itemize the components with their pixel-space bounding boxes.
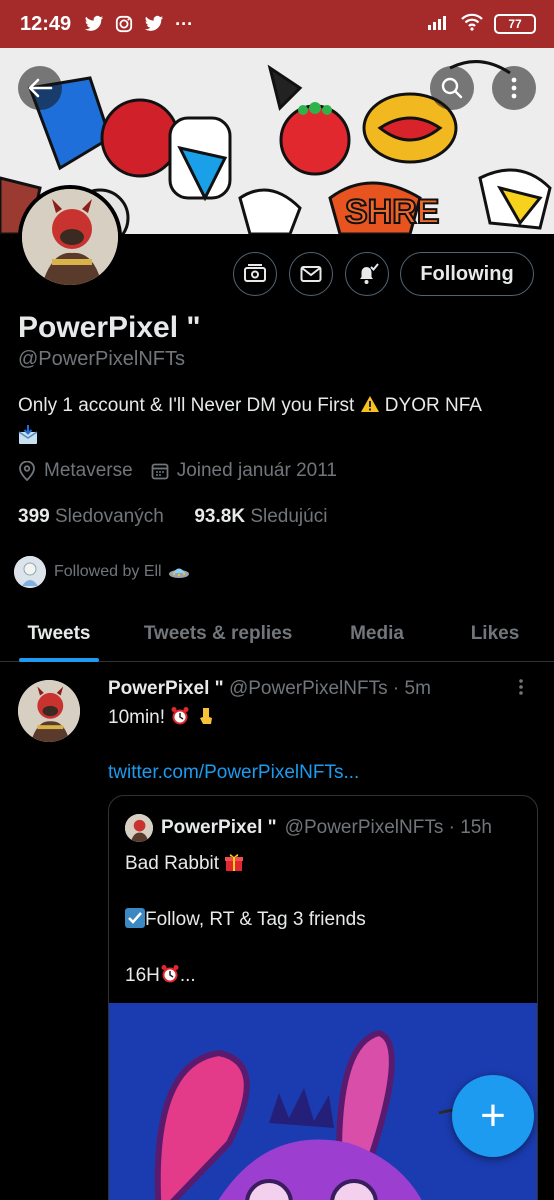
quoted-tweet-header: PowerPixel " @PowerPixelNFTs · 15h bbox=[125, 814, 492, 842]
calendar-icon bbox=[151, 463, 169, 480]
notifications-button[interactable] bbox=[345, 252, 389, 296]
alarm-clock-emoji-icon bbox=[171, 707, 189, 725]
quoted-line-1: Bad Rabbit bbox=[125, 852, 244, 875]
quoted-line-2-text: Follow, RT & Tag 3 friends bbox=[145, 909, 366, 930]
tweet-header: PowerPixel " @PowerPixelNFTs · 5m bbox=[108, 678, 431, 700]
tab-likes-label: Likes bbox=[470, 622, 520, 644]
followed-by-text: Followed by Ell bbox=[54, 563, 162, 580]
follow-stats: 399 Sledovaných 93.8K Sledujúci bbox=[18, 506, 327, 528]
incoming-envelope-emoji-icon bbox=[18, 425, 38, 444]
svg-text:SHRE: SHRE bbox=[345, 193, 439, 231]
followers-count: 93.8K bbox=[194, 506, 246, 527]
more-options-button[interactable] bbox=[492, 66, 536, 110]
followed-by[interactable]: Followed by Ell bbox=[14, 556, 190, 588]
profile-meta: Metaverse Joined január 2011 bbox=[18, 460, 355, 482]
search-button[interactable] bbox=[430, 66, 474, 110]
tweet-text-content: 10min! bbox=[108, 707, 166, 728]
location-pin-icon bbox=[19, 461, 35, 481]
tweet-more-button[interactable] bbox=[518, 678, 524, 702]
compose-tweet-button[interactable]: + bbox=[452, 1075, 534, 1157]
following-stat[interactable]: 399 Sledovaných bbox=[18, 506, 164, 527]
ufo-emoji-icon bbox=[168, 568, 189, 578]
quoted-line-1-text: Bad Rabbit bbox=[125, 853, 220, 874]
money-icon bbox=[244, 264, 266, 282]
quoted-author-handle: @PowerPixelNFTs bbox=[284, 817, 444, 838]
tab-media[interactable]: Media bbox=[318, 606, 436, 661]
quoted-tweet-time: · 15h bbox=[448, 817, 492, 838]
active-tab-indicator bbox=[19, 658, 99, 662]
quoted-line-3: 16H... bbox=[125, 964, 196, 987]
ape-avatar-image bbox=[22, 189, 118, 285]
bio-tail: DYOR NFA bbox=[384, 395, 482, 416]
tweet-author-name[interactable]: PowerPixel " bbox=[108, 678, 224, 699]
status-bar: 12:49 ··· 77 bbox=[0, 0, 554, 48]
quoted-line-2: Follow, RT & Tag 3 friends bbox=[125, 908, 366, 931]
plus-icon: + bbox=[480, 1091, 506, 1140]
check-box-emoji-icon bbox=[125, 908, 145, 928]
bell-check-icon bbox=[360, 263, 379, 284]
tab-tweets[interactable]: Tweets bbox=[0, 606, 118, 662]
location-text: Metaverse bbox=[44, 460, 133, 481]
envelope-icon bbox=[300, 266, 322, 282]
location-item: Metaverse bbox=[18, 460, 133, 482]
profile-name: PowerPixel " bbox=[18, 311, 201, 344]
tab-media-label: Media bbox=[350, 622, 404, 644]
alarm-clock-emoji-icon bbox=[161, 965, 179, 983]
quoted-author-avatar bbox=[125, 814, 153, 842]
warning-emoji-icon bbox=[360, 396, 379, 412]
arrow-left-icon bbox=[28, 78, 53, 98]
back-button[interactable] bbox=[18, 66, 62, 110]
quoted-line-3-tail: ... bbox=[179, 965, 196, 986]
following-label: Sledovaných bbox=[54, 506, 164, 527]
following-button[interactable]: Following bbox=[400, 252, 534, 296]
status-time: 12:49 bbox=[20, 12, 72, 35]
followers-stat[interactable]: 93.8K Sledujúci bbox=[194, 506, 327, 527]
joined-item: Joined január 2011 bbox=[151, 460, 337, 482]
joined-text: Joined január 2011 bbox=[176, 460, 337, 481]
gift-emoji-icon bbox=[225, 854, 244, 871]
tab-tweets-replies[interactable]: Tweets & replies bbox=[118, 606, 318, 661]
tweet-author-avatar[interactable] bbox=[18, 680, 80, 742]
quoted-line-3-text: 16H bbox=[125, 965, 160, 986]
wifi-icon bbox=[460, 13, 484, 36]
twitter-notification-icon-2 bbox=[143, 13, 165, 35]
followers-label: Sledujúci bbox=[250, 506, 328, 527]
profile-tabs: Tweets Tweets & replies Media Likes bbox=[0, 606, 554, 662]
tab-tweets-label: Tweets bbox=[27, 622, 91, 644]
instagram-notification-icon bbox=[113, 13, 135, 35]
battery-indicator: 77 bbox=[494, 14, 536, 34]
tweet-link[interactable]: twitter.com/PowerPixelNFTs... bbox=[108, 762, 359, 784]
message-button[interactable] bbox=[289, 252, 333, 296]
bio-text: Only 1 account & I'll Never DM you First bbox=[18, 395, 355, 416]
tweet-time: · 5m bbox=[392, 678, 431, 699]
profile-avatar[interactable] bbox=[18, 185, 122, 289]
more-vertical-icon bbox=[511, 77, 517, 99]
follower-avatar bbox=[14, 556, 46, 588]
pointing-down-emoji-icon bbox=[199, 708, 212, 724]
tab-tweets-replies-label: Tweets & replies bbox=[143, 622, 293, 644]
tab-likes[interactable]: Likes bbox=[436, 606, 554, 661]
profile-bio: Only 1 account & I'll Never DM you First… bbox=[18, 390, 538, 452]
twitter-notification-icon bbox=[83, 13, 105, 35]
signal-icon bbox=[428, 14, 450, 35]
more-notifications-icon: ··· bbox=[175, 13, 194, 34]
search-icon bbox=[441, 77, 463, 99]
quoted-author-name: PowerPixel " bbox=[161, 817, 277, 838]
tip-jar-button[interactable] bbox=[233, 252, 277, 296]
following-count: 399 bbox=[18, 506, 50, 527]
tweet-author-handle: @PowerPixelNFTs bbox=[228, 678, 388, 699]
more-vertical-icon bbox=[519, 679, 523, 695]
tweet-text: 10min! bbox=[108, 706, 216, 729]
profile-handle: @PowerPixelNFTs bbox=[18, 348, 186, 370]
